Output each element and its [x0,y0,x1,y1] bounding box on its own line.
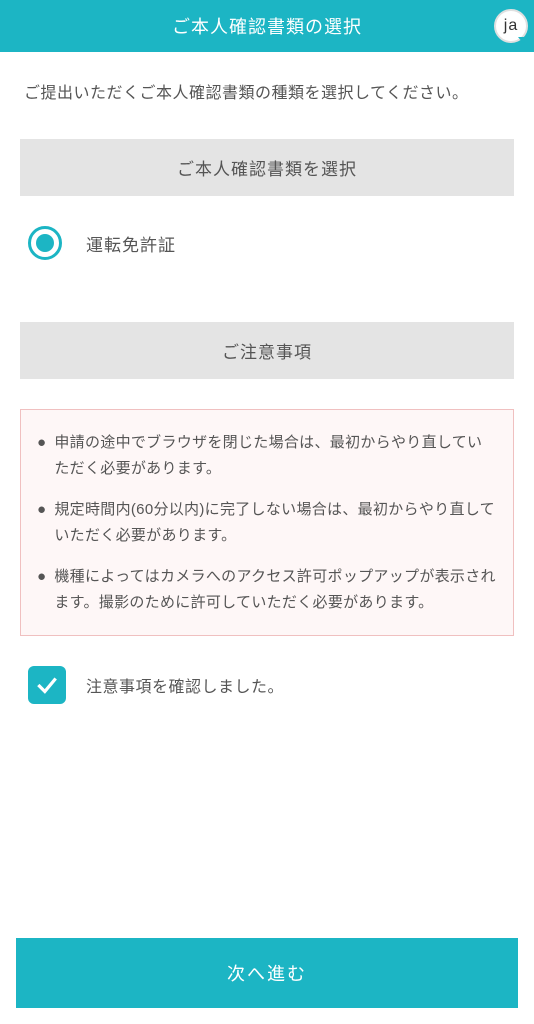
language-selector[interactable]: ja [494,9,528,43]
notice-text: 機種によってはカメラへのアクセス許可ポップアップが表示されます。撮影のために許可… [54,564,497,615]
document-option-label: 運転免許証 [86,231,176,256]
notice-item: ● 申請の途中でブラウザを閉じた場合は、最初からやり直していただく必要があります… [37,430,497,481]
confirm-label: 注意事項を確認しました。 [86,673,284,697]
notice-text: 規定時間内(60分以内)に完了しない場合は、最初からやり直していただく必要があり… [54,497,497,548]
confirm-checkbox-row[interactable]: 注意事項を確認しました。 [20,666,514,704]
checkbox-icon [28,666,66,704]
language-label: ja [504,17,518,35]
notice-item: ● 規定時間内(60分以内)に完了しない場合は、最初からやり直していただく必要が… [37,497,497,548]
select-document-header: ご本人確認書類を選択 [20,139,514,196]
notice-header: ご注意事項 [20,322,514,379]
document-option-drivers-license[interactable]: 運転免許証 [20,196,514,290]
bullet-icon: ● [37,564,46,615]
checkmark-icon [34,672,60,698]
next-button[interactable]: 次へ進む [16,938,518,1008]
notice-item: ● 機種によってはカメラへのアクセス許可ポップアップが表示されます。撮影のために… [37,564,497,615]
bullet-icon: ● [37,430,46,481]
footer: 次へ進む [0,922,534,1024]
notice-text: 申請の途中でブラウザを閉じた場合は、最初からやり直していただく必要があります。 [54,430,497,481]
radio-icon [28,226,62,260]
main-content: ご提出いただくご本人確認書類の種類を選択してください。 ご本人確認書類を選択 運… [0,52,534,704]
bullet-icon: ● [37,497,46,548]
page-title: ご本人確認書類の選択 [172,13,362,39]
radio-inner-icon [36,234,54,252]
header-bar: ご本人確認書類の選択 ja [0,0,534,52]
notice-box: ● 申請の途中でブラウザを閉じた場合は、最初からやり直していただく必要があります… [20,409,514,636]
instruction-text: ご提出いただくご本人確認書類の種類を選択してください。 [20,80,514,107]
